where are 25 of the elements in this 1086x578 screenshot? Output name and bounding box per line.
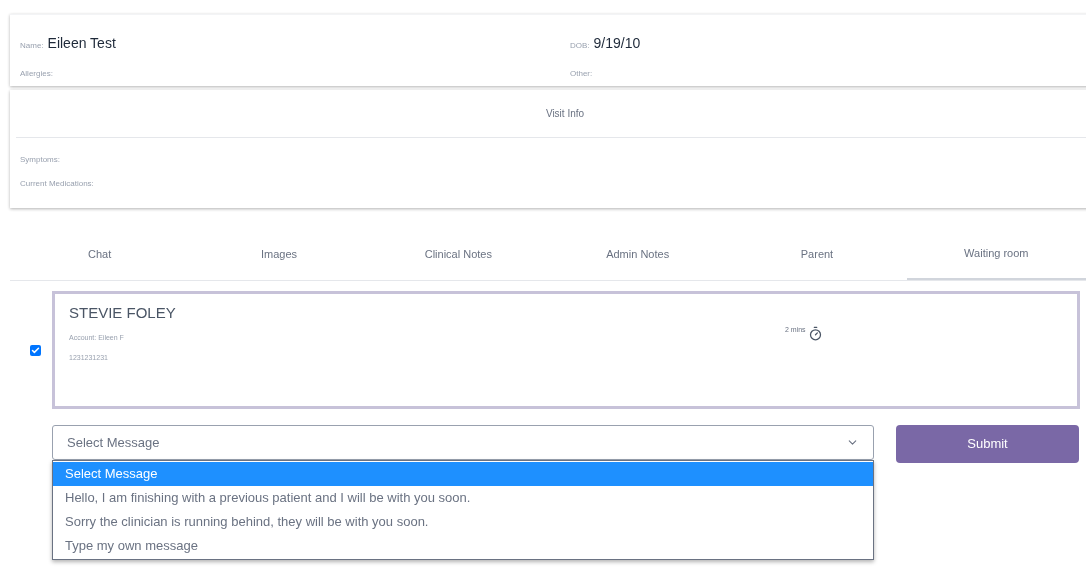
field-label: Allergies: [20,68,54,80]
patient-name: Eileen Test [47,34,116,53]
field-label: Name: [20,40,44,52]
tab[interactable]: Admin Notes [548,228,728,280]
dropdown-option[interactable]: Hello, I am finishing with a previous patient and I will be with you soon. [53,486,873,510]
tab[interactable]: Clinical Notes [368,228,548,280]
section-title: Visit Info [545,107,585,121]
timer-icon [807,326,823,341]
submit-button[interactable]: Submit [896,425,1079,463]
field-label: Current Medications: [20,178,95,190]
message-select[interactable]: Select Message [52,425,874,460]
tab[interactable]: Images [189,228,369,280]
tab[interactable]: Waiting room [906,228,1086,280]
dob-value: 9/19/10 [593,34,641,53]
select-value: Select Message [67,433,160,452]
field-label: Other: [570,68,594,80]
dropdown-option[interactable]: Type my own message [53,534,873,558]
queue-patient-name: STEVIE FOLEY [69,303,176,323]
tab[interactable]: Parent [727,228,907,280]
field-label: Symptoms: [20,154,61,166]
field-label: DOB: [570,40,590,52]
tab[interactable]: Chat [10,228,190,280]
checkbox[interactable] [30,344,41,356]
dropdown-option[interactable]: Select Message [53,462,873,486]
dropdown-option[interactable]: Sorry the clinician is running behind, they will be with you soon. [53,510,873,534]
